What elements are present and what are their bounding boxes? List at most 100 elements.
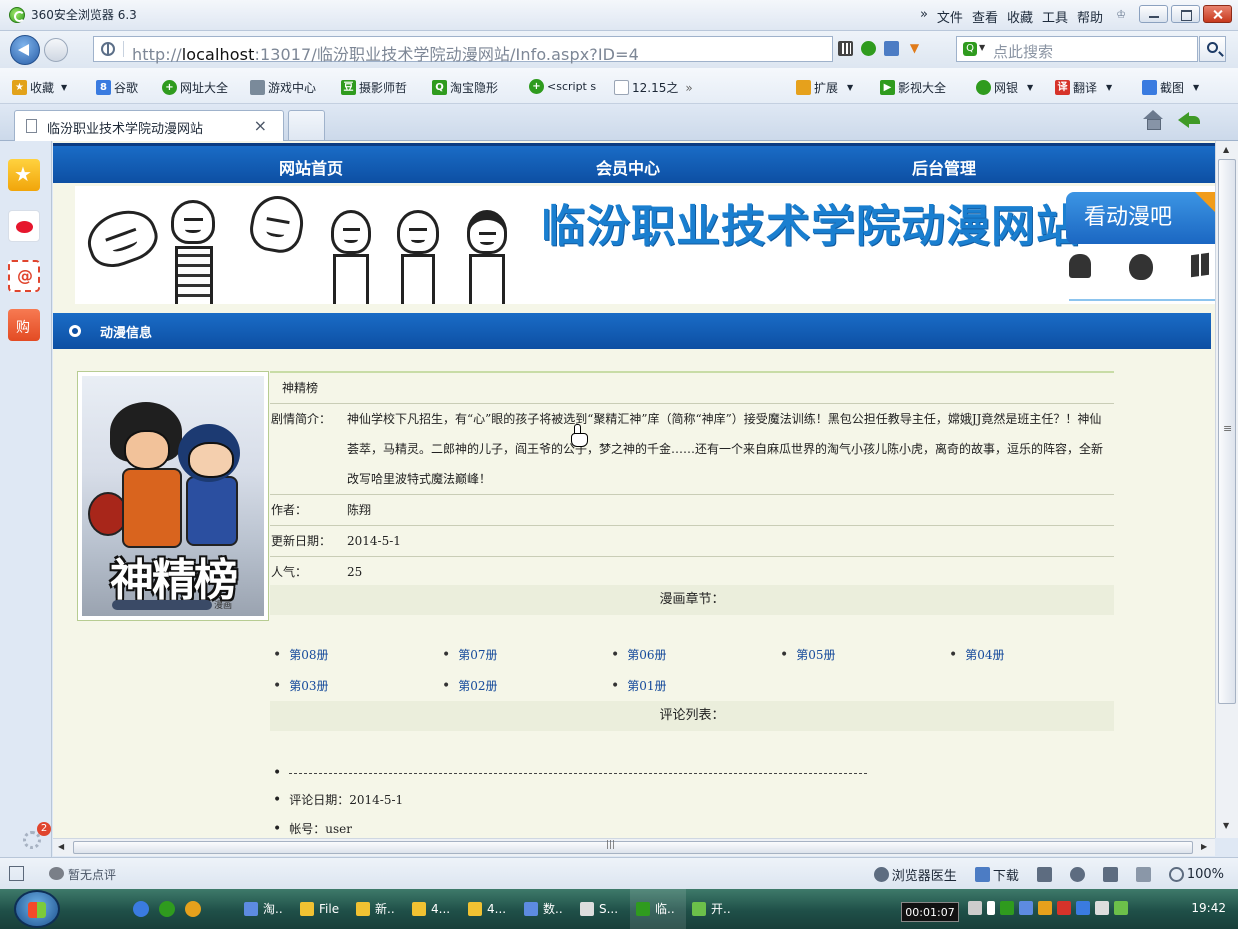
bookmark-game-center[interactable]: 游戏中心 — [250, 79, 316, 96]
tray-expand-icon[interactable] — [987, 901, 995, 915]
app-icon[interactable] — [185, 901, 201, 917]
sidebar-toggle-icon[interactable] — [9, 866, 24, 881]
nav-admin-link[interactable]: 后台管理 — [912, 155, 976, 179]
search-button[interactable] — [1199, 36, 1226, 62]
bookmark-script[interactable]: + <script s — [529, 79, 596, 94]
favorites-star-icon[interactable] — [8, 159, 40, 191]
watch-anime-button[interactable]: 看动漫吧 — [1066, 192, 1215, 244]
volume-tray-icon[interactable] — [1095, 901, 1109, 915]
menu-tools[interactable]: 工具 — [1042, 7, 1068, 26]
chapter-link[interactable]: 第08册 — [273, 646, 328, 663]
mail-icon[interactable] — [8, 260, 40, 292]
windows-icon[interactable] — [1191, 252, 1209, 278]
horizontal-scroll-thumb[interactable] — [73, 840, 1193, 854]
tray-app-icon[interactable] — [1038, 901, 1052, 915]
address-bar[interactable]: http://localhost:13017/临汾职业技术学院动漫网站/Info… — [93, 36, 833, 65]
volume-icon[interactable] — [1135, 867, 1151, 882]
taskbar-item-active[interactable]: 临.. — [630, 889, 686, 929]
scroll-left-icon[interactable]: ◀ — [58, 842, 64, 851]
bookmark-1215[interactable]: 12.15之 » — [614, 79, 693, 96]
chapter-link[interactable]: 第07册 — [442, 646, 497, 663]
taskbar-item[interactable]: 淘.. — [238, 889, 294, 929]
search-engine-dropdown-icon[interactable]: ▼ — [979, 43, 985, 52]
url-text[interactable]: http://localhost:13017/临汾职业技术学院动漫网站/Info… — [132, 41, 639, 65]
weibo-icon[interactable] — [8, 210, 40, 242]
bookmark-taobao[interactable]: Q 淘宝隐形 — [432, 79, 498, 96]
chevron-down-icon[interactable]: ▼ — [907, 41, 922, 56]
android-icon[interactable] — [1069, 254, 1091, 278]
menu-favorites[interactable]: 收藏 — [1007, 7, 1033, 26]
clock[interactable]: 19:42 — [1191, 901, 1226, 915]
refresh-icon[interactable] — [884, 41, 899, 56]
comment-status[interactable]: 暂无点评 — [68, 866, 116, 883]
shopping-icon[interactable] — [8, 309, 40, 341]
maximize-button[interactable] — [1171, 5, 1200, 23]
bookmark-google[interactable]: 8 谷歌 — [96, 79, 138, 96]
bookmark-screenshot[interactable]: 截图 ▼ — [1142, 79, 1199, 96]
bookmark-douban[interactable]: 豆摄影师哲 — [341, 79, 407, 96]
tray-app-icon[interactable] — [1019, 901, 1033, 915]
menu-help[interactable]: 帮助 — [1077, 7, 1103, 26]
chevron-down-icon[interactable]: ▼ — [1193, 83, 1199, 92]
chapter-link[interactable]: 第01册 — [611, 677, 666, 694]
download-button[interactable]: 下载 — [974, 865, 1019, 884]
skin-icon[interactable]: ♔ — [1116, 8, 1126, 21]
bookmark-translate[interactable]: 译翻译 ▼ — [1055, 79, 1112, 96]
network-icon[interactable] — [1076, 901, 1090, 915]
tab-close-icon[interactable]: × — [254, 116, 267, 135]
taskbar-item[interactable]: 开.. — [686, 889, 742, 929]
scroll-up-icon[interactable]: ▲ — [1223, 145, 1229, 154]
vertical-scroll-thumb[interactable] — [1218, 159, 1236, 704]
tray-app-icon[interactable] — [1114, 901, 1128, 915]
chevron-down-icon[interactable]: ▼ — [61, 83, 67, 92]
vertical-scrollbar[interactable]: ▲ ▼ — [1215, 141, 1238, 838]
taskbar-item[interactable]: 新.. — [350, 889, 406, 929]
qr-code-icon[interactable] — [838, 41, 853, 56]
bookmarks-more[interactable]: » — [685, 81, 692, 95]
minimize-button[interactable] — [1139, 5, 1168, 23]
compat-mode-icon[interactable] — [861, 41, 876, 56]
back-button[interactable] — [10, 35, 40, 65]
taskbar-item[interactable]: 4... — [462, 889, 518, 929]
home-icon[interactable] — [1143, 110, 1163, 130]
browser-360-icon[interactable] — [159, 901, 175, 917]
start-button[interactable] — [14, 890, 60, 928]
ie-icon[interactable] — [133, 901, 149, 917]
chapter-link[interactable]: 第02册 — [442, 677, 497, 694]
ie-mode-icon[interactable] — [1069, 867, 1085, 882]
security-shield-icon[interactable] — [101, 42, 115, 56]
bookmark-ebank[interactable]: 网银 ▼ — [976, 79, 1033, 96]
tray-app-icon[interactable] — [1000, 901, 1014, 915]
scroll-right-icon[interactable]: ▶ — [1201, 842, 1207, 851]
chapter-link[interactable]: 第05册 — [780, 646, 835, 663]
keyboard-icon[interactable] — [968, 901, 982, 915]
menu-view[interactable]: 查看 — [972, 7, 998, 26]
taskbar-item[interactable]: File — [294, 889, 350, 929]
chapter-link[interactable]: 第06册 — [611, 646, 666, 663]
flag-icon[interactable] — [1036, 867, 1052, 882]
tab-active[interactable]: 临汾职业技术学院动漫网站 × — [14, 110, 284, 141]
search-engine-logo-icon[interactable]: Q — [963, 42, 977, 56]
menu-more[interactable]: » — [920, 7, 928, 26]
bookmark-site-directory[interactable]: + 网址大全 — [162, 79, 228, 96]
chapter-link[interactable]: 第03册 — [273, 677, 328, 694]
new-tab-button[interactable] — [288, 110, 325, 140]
search-input[interactable]: Q ▼ 点此搜索 — [956, 36, 1198, 62]
nav-member-center-link[interactable]: 会员中心 — [596, 155, 660, 179]
scroll-down-icon[interactable]: ▼ — [1223, 821, 1229, 830]
taskbar-item[interactable]: S... — [574, 889, 630, 929]
chevron-down-icon[interactable]: ▼ — [847, 83, 853, 92]
chevron-down-icon[interactable]: ▼ — [1027, 83, 1033, 92]
comment-icon[interactable] — [49, 867, 64, 880]
apple-icon[interactable] — [1129, 254, 1153, 280]
bookmark-video[interactable]: ▶ 影视大全 — [880, 79, 946, 96]
bookmark-extensions[interactable]: 扩展 ▼ — [796, 79, 853, 96]
chapter-link[interactable]: 第04册 — [949, 646, 1004, 663]
taskbar-item[interactable]: 4... — [406, 889, 462, 929]
zoom-control[interactable]: 100% — [1168, 867, 1224, 882]
window-icon[interactable] — [1102, 867, 1118, 882]
close-window-button[interactable] — [1203, 5, 1232, 23]
menu-file[interactable]: 文件 — [937, 7, 963, 26]
nav-home-link[interactable]: 网站首页 — [279, 155, 343, 179]
browser-doctor-button[interactable]: 浏览器医生 — [873, 865, 957, 884]
